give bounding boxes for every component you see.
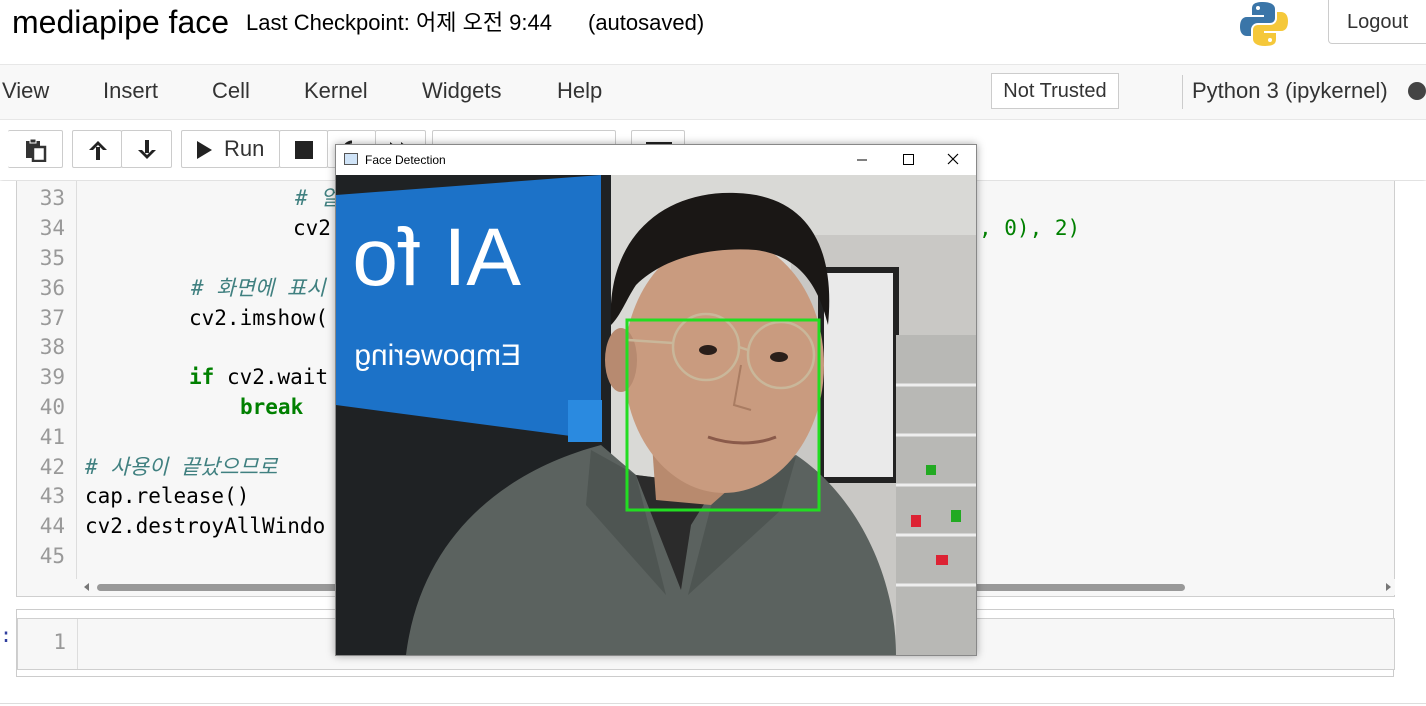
camera-image: AI fo Empowering (336, 175, 976, 655)
menu-help[interactable]: Help (557, 77, 602, 105)
line-number: 34 (39, 216, 65, 240)
menu-widgets[interactable]: Widgets (422, 77, 501, 105)
move-down-button[interactable] (121, 130, 172, 168)
kernel-status-indicator (1408, 82, 1426, 100)
autosave-status: (autosaved) (588, 10, 705, 35)
code-line[interactable]: cap.release() (85, 481, 249, 511)
window-titlebar[interactable]: Face Detection (336, 145, 976, 175)
sign-subtext: Empowering (354, 339, 521, 372)
interrupt-button[interactable] (279, 130, 328, 168)
line-number: 42 (39, 455, 65, 479)
line-number: 38 (39, 335, 65, 359)
line-number: 40 (39, 395, 65, 419)
kernel-separator (1182, 75, 1183, 109)
run-icon (197, 141, 212, 159)
maximize-button[interactable] (885, 145, 931, 175)
run-label: Run (224, 136, 265, 161)
line-number-gutter: 33 34 35 36 37 38 39 40 41 42 43 44 45 (17, 181, 77, 579)
cell-prompt: : (0, 623, 13, 647)
window-app-icon (344, 153, 358, 165)
close-button[interactable] (930, 145, 976, 175)
menu-kernel[interactable]: Kernel (304, 77, 368, 105)
line-number: 39 (39, 365, 65, 389)
menu-insert[interactable]: Insert (103, 77, 158, 105)
move-up-button[interactable] (72, 130, 122, 168)
not-trusted-button[interactable]: Not Trusted (991, 73, 1119, 109)
face-detection-window[interactable]: Face Detection AI fo Empowering (335, 144, 977, 656)
run-button[interactable]: Run (181, 130, 280, 168)
paste-button[interactable] (8, 130, 63, 168)
scroll-left-icon[interactable] (83, 583, 91, 591)
kernel-name[interactable]: Python 3 (ipykernel) (1192, 77, 1388, 105)
line-number: 33 (39, 186, 65, 210)
menu-cell[interactable]: Cell (212, 77, 250, 105)
maximize-icon (903, 154, 914, 165)
line-number: 1 (53, 630, 66, 654)
line-number: 41 (39, 425, 65, 449)
stop-icon (295, 141, 313, 159)
code-text: cv2.wait (214, 365, 329, 389)
line-number: 37 (39, 306, 65, 330)
close-icon (947, 153, 959, 165)
code-line[interactable]: cv2 (293, 213, 331, 243)
line-number: 45 (39, 544, 65, 568)
code-line[interactable]: cv2.destroyAllWindo (85, 511, 325, 541)
code-comment[interactable]: # 얼 (295, 183, 340, 213)
divider (0, 703, 1426, 704)
code-line[interactable]: cv2.imshow( (189, 303, 328, 333)
paste-icon (26, 138, 47, 162)
code-keyword[interactable]: break (240, 392, 303, 422)
line-number: 43 (39, 484, 65, 508)
code-line[interactable]: if cv2.wait (189, 362, 328, 392)
menubar: View Insert Cell Kernel Widgets Help Not… (0, 65, 1426, 120)
checkpoint-status: Last Checkpoint: 어제 오전 9:44 (246, 10, 552, 35)
line-number: 36 (39, 276, 65, 300)
line-number: 35 (39, 246, 65, 270)
scroll-right-icon[interactable] (1384, 583, 1392, 591)
code-comment[interactable]: # 화면에 표시 (191, 273, 326, 303)
move-down-icon (138, 140, 156, 159)
sign-text: AI fo (352, 212, 521, 303)
code-line[interactable]: , 0), 2) (979, 213, 1080, 243)
notebook-title[interactable]: mediapipe face (12, 2, 229, 42)
minimize-button[interactable] (839, 145, 885, 175)
code-comment[interactable]: # 사용이 끝났으므로 (85, 452, 278, 482)
move-up-icon (89, 141, 107, 160)
notebook-header: mediapipe face Last Checkpoint: 어제 오전 9:… (0, 0, 1426, 65)
code-keyword: if (189, 365, 215, 389)
camera-frame: AI fo Empowering (336, 175, 976, 655)
minimize-icon (857, 159, 867, 161)
line-number-gutter: 1 (18, 619, 78, 669)
logout-button[interactable]: Logout (1328, 0, 1426, 44)
menu-view[interactable]: View (2, 77, 49, 105)
python-logo-icon (1238, 0, 1290, 48)
line-number: 44 (39, 514, 65, 538)
window-title: Face Detection (365, 153, 446, 167)
